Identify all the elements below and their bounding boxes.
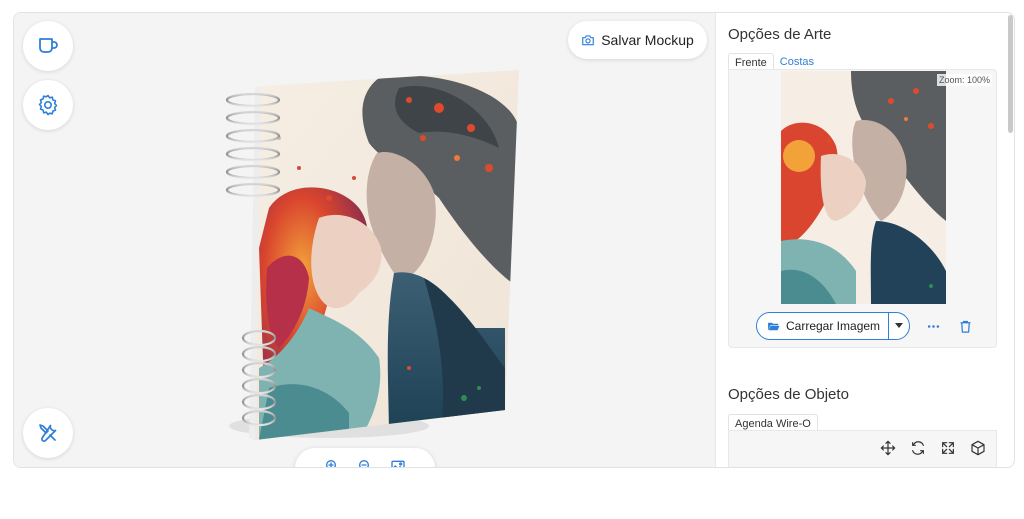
zoom-in-icon bbox=[326, 459, 336, 467]
save-mockup-label: Salvar Mockup bbox=[601, 32, 694, 48]
mug-button[interactable] bbox=[23, 21, 73, 71]
mockup-viewport[interactable]: Salvar Mockup bbox=[14, 13, 715, 467]
upload-image-label: Carregar Imagem bbox=[786, 319, 881, 333]
tools-button[interactable] bbox=[23, 408, 73, 458]
upload-options-dropdown[interactable] bbox=[889, 313, 909, 339]
more-horizontal-icon bbox=[927, 324, 939, 328]
cube-icon[interactable] bbox=[970, 440, 986, 456]
tools-icon bbox=[39, 424, 57, 442]
art-preview-image[interactable] bbox=[781, 71, 946, 304]
folder-open-icon bbox=[768, 322, 780, 330]
save-mockup-button[interactable]: Salvar Mockup bbox=[568, 21, 707, 59]
zoom-out-icon bbox=[359, 459, 369, 467]
zoom-toolbar bbox=[295, 448, 435, 467]
art-actions-row: Carregar Imagem bbox=[756, 312, 974, 340]
art-preview-box: Zoom: 100% Carregar Imagem bbox=[728, 69, 997, 348]
background-image-button[interactable] bbox=[390, 458, 406, 467]
caret-down-icon bbox=[895, 323, 904, 328]
settings-button[interactable] bbox=[23, 80, 73, 130]
object-tools bbox=[880, 440, 986, 456]
zoom-in-button[interactable] bbox=[324, 458, 340, 467]
trash-icon bbox=[960, 320, 971, 333]
camera-icon bbox=[582, 35, 595, 46]
panel-scrollbar[interactable] bbox=[1008, 15, 1013, 133]
move-icon[interactable] bbox=[880, 440, 896, 456]
more-options-button[interactable] bbox=[924, 317, 942, 335]
options-panel: Opções de Arte Frente Costas Zoom: 100% … bbox=[715, 13, 1014, 467]
expand-icon[interactable] bbox=[940, 440, 956, 456]
zoom-level-label: Zoom: 100% bbox=[936, 74, 992, 86]
mug-icon bbox=[39, 38, 58, 53]
object-options-title: Opções de Objeto bbox=[728, 386, 849, 403]
notebook-mockup[interactable] bbox=[209, 68, 519, 443]
upload-image-button[interactable]: Carregar Imagem bbox=[757, 313, 890, 339]
image-icon bbox=[391, 460, 405, 467]
delete-image-button[interactable] bbox=[956, 317, 974, 335]
mockup-editor: Salvar Mockup Opções de Arte Frente Cost… bbox=[13, 12, 1015, 468]
upload-image-split-button: Carregar Imagem bbox=[756, 312, 911, 340]
object-tools-box bbox=[728, 430, 997, 467]
zoom-out-button[interactable] bbox=[357, 458, 373, 467]
art-options-title: Opções de Arte bbox=[728, 26, 832, 43]
rotate-icon[interactable] bbox=[910, 440, 926, 456]
gear-icon bbox=[38, 94, 58, 116]
